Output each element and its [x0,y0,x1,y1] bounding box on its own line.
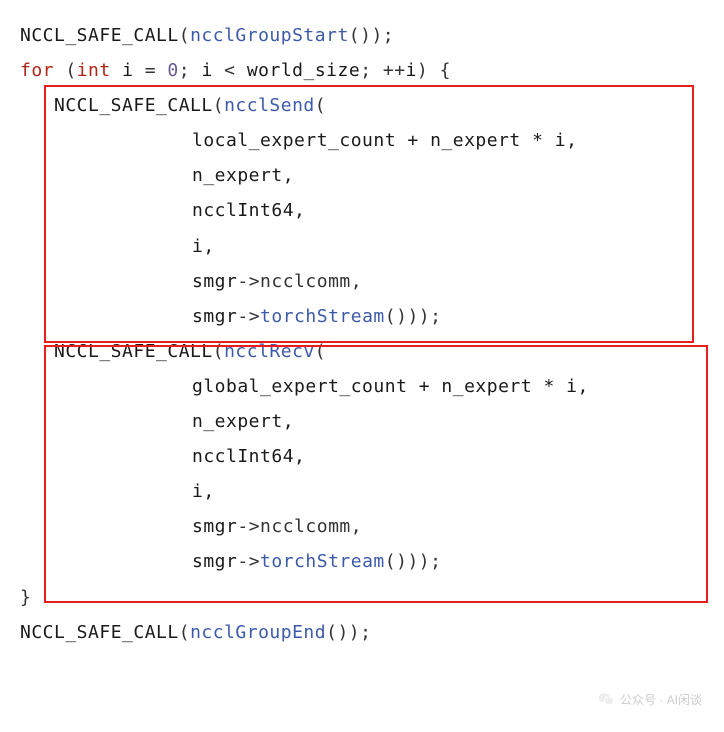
arrow-op: -> [237,271,260,292]
close: ); [371,25,394,46]
code-line-17: } [20,580,704,615]
code-line-8: smgr->ncclcomm, [20,264,704,299]
code-line-9: smgr->torchStream())); [20,299,704,334]
paren-open: ( [179,25,190,46]
fn-ncclgroupend: ncclGroupEnd [190,622,326,643]
watermark-text: 公众号 · AI闲谈 [620,689,702,712]
code-line-15: smgr->ncclcomm, [20,509,704,544]
num-zero: 0 [167,60,178,81]
args: () [349,25,372,46]
wechat-icon [598,692,614,708]
code-line-5: n_expert, [20,158,704,193]
method-torchstream: torchStream [260,306,385,327]
arrow-op: -> [237,306,260,327]
code-line-18: NCCL_SAFE_CALL(ncclGroupEnd()); [20,615,704,650]
arrow-op: -> [237,516,260,537]
code-line-1: NCCL_SAFE_CALL(ncclGroupStart()); [20,18,704,53]
fn-ncclgroupstart: ncclGroupStart [190,25,349,46]
code-line-16: smgr->torchStream())); [20,544,704,579]
code-line-11: global_expert_count + n_expert * i, [20,369,704,404]
arrow-op: -> [237,551,260,572]
code-line-3: NCCL_SAFE_CALL(ncclSend( [20,88,704,123]
code-line-4: local_expert_count + n_expert * i, [20,123,704,158]
code-line-2: for (int i = 0; i < world_size; ++i) { [20,53,704,88]
macro-ncclsafecall: NCCL_SAFE_CALL [20,622,179,643]
macro-ncclsafecall: NCCL_SAFE_CALL [54,341,213,362]
code-line-7: i, [20,229,704,264]
var-worldsize: world_size [247,60,360,81]
kw-for: for [20,60,54,81]
fn-ncclsend: ncclSend [224,95,315,116]
macro-ncclsafecall: NCCL_SAFE_CALL [54,95,213,116]
code-line-13: ncclInt64, [20,439,704,474]
macro-ncclsafecall: NCCL_SAFE_CALL [20,25,179,46]
code-line-10: NCCL_SAFE_CALL(ncclRecv( [20,334,704,369]
closing-brace: } [20,587,31,608]
watermark: 公众号 · AI闲谈 [598,689,702,712]
method-torchstream: torchStream [260,551,385,572]
kw-int: int [77,60,111,81]
code-line-12: n_expert, [20,404,704,439]
fn-ncclrecv: ncclRecv [224,341,315,362]
code-line-14: i, [20,474,704,509]
code-line-6: ncclInt64, [20,193,704,228]
